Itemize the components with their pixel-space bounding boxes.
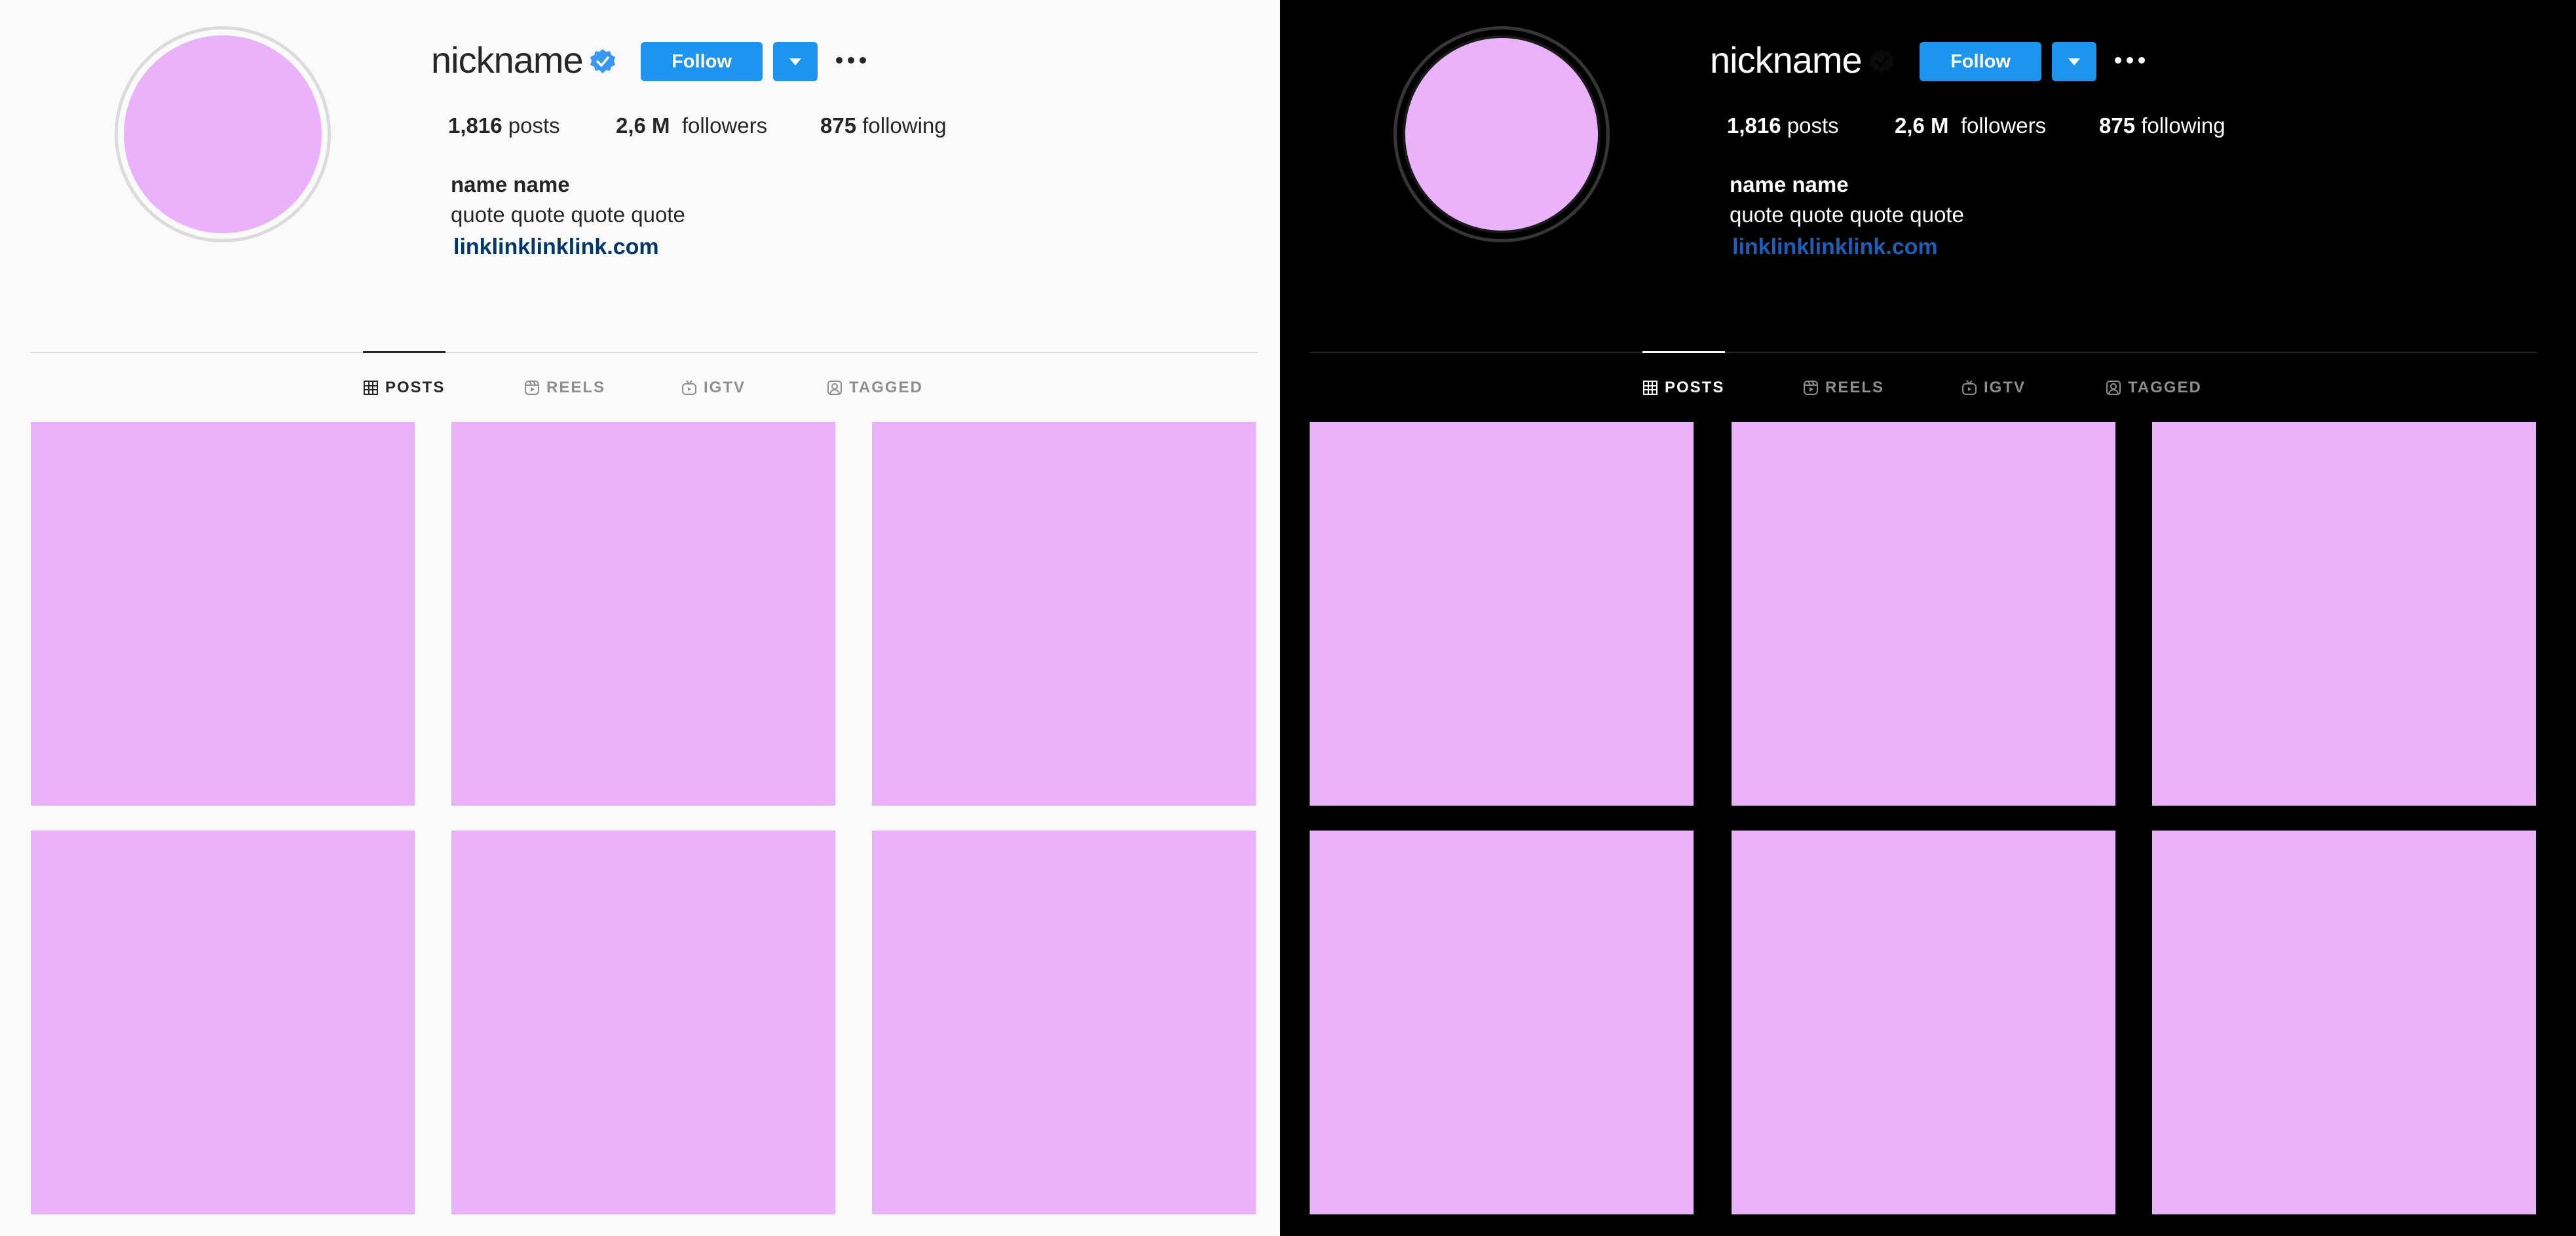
tab-label: POSTS	[385, 379, 445, 396]
tab-posts[interactable]: POSTS	[363, 375, 445, 401]
avatar[interactable]	[115, 26, 331, 242]
chevron-down-icon	[789, 58, 801, 66]
post-thumbnail[interactable]	[1732, 422, 2115, 806]
posts-stat: 1,816 posts	[448, 111, 560, 140]
following-label: following	[862, 113, 947, 138]
tab-label: TAGGED	[2128, 379, 2202, 396]
tab-label: IGTV	[1984, 379, 2026, 396]
avatar-image	[124, 35, 322, 233]
tab-reels[interactable]: REELS	[1803, 375, 1884, 401]
avatar-image	[1403, 35, 1601, 233]
posts-stat: 1,816 posts	[1727, 111, 1839, 140]
grid-icon	[364, 381, 378, 395]
follow-button[interactable]: Follow	[641, 42, 763, 81]
following-count: 875	[2099, 113, 2136, 138]
post-thumbnail[interactable]	[2152, 831, 2536, 1214]
posts-label: posts	[1787, 113, 1839, 138]
tab-label: POSTS	[1665, 379, 1725, 396]
grid-icon	[1643, 381, 1657, 395]
tab-igtv[interactable]: IGTV	[681, 375, 746, 401]
following-stat[interactable]: 875 following	[820, 111, 947, 140]
chevron-down-icon	[2068, 58, 2080, 66]
igtv-icon	[1962, 380, 1977, 395]
followers-stat[interactable]: 2,6 M followers	[1895, 111, 2046, 140]
following-count: 875	[820, 113, 857, 138]
posts-count: 1,816	[448, 113, 502, 138]
post-thumbnail[interactable]	[451, 831, 835, 1214]
posts-label: posts	[508, 113, 560, 138]
avatar[interactable]	[1393, 26, 1610, 242]
tagged-icon	[2106, 381, 2121, 395]
following-stat[interactable]: 875 following	[2099, 111, 2226, 140]
bio-text: quote quote quote quote	[1730, 202, 1964, 227]
post-thumbnail[interactable]	[31, 831, 415, 1214]
tabs-divider	[1310, 352, 2537, 353]
tab-tagged[interactable]: TAGGED	[827, 375, 923, 401]
post-thumbnail[interactable]	[1310, 831, 1694, 1214]
website-link[interactable]: linklinklinklink.com	[453, 232, 659, 262]
followers-count: 2,6 M	[616, 113, 670, 138]
username: nickname	[431, 39, 584, 81]
verified-badge-icon	[590, 49, 615, 73]
post-thumbnail[interactable]	[872, 831, 1256, 1214]
suggested-dropdown-button[interactable]	[773, 42, 818, 81]
reels-icon	[525, 381, 539, 395]
follow-button[interactable]: Follow	[1920, 42, 2041, 81]
website-link[interactable]: linklinklinklink.com	[1732, 232, 1938, 262]
suggested-dropdown-button[interactable]	[2052, 42, 2096, 81]
active-tab-indicator	[1642, 351, 1725, 353]
tabs-divider	[31, 352, 1258, 353]
post-thumbnail[interactable]	[451, 422, 835, 806]
tagged-icon	[827, 381, 842, 395]
tab-tagged[interactable]: TAGGED	[2106, 375, 2202, 401]
post-thumbnail[interactable]	[1310, 422, 1694, 806]
more-options-icon[interactable]	[836, 54, 866, 67]
active-tab-indicator	[363, 351, 445, 353]
tab-posts[interactable]: POSTS	[1642, 375, 1724, 401]
tab-label: REELS	[1825, 379, 1885, 396]
post-thumbnail[interactable]	[2152, 422, 2536, 806]
followers-label: followers	[681, 113, 768, 138]
profile-light-theme: nickname Follow 1,816 posts 2,6 M follow…	[0, 0, 1280, 1236]
posts-count: 1,816	[1727, 113, 1781, 138]
full-name: name name	[451, 172, 570, 197]
post-thumbnail[interactable]	[31, 422, 415, 806]
tab-label: TAGGED	[849, 379, 923, 396]
tab-label: IGTV	[704, 379, 746, 396]
profile-dark-theme: nickname Follow 1,816 posts 2,6 M follow…	[1280, 0, 2576, 1236]
full-name: name name	[1730, 172, 1849, 197]
reels-icon	[1804, 381, 1818, 395]
bio-text: quote quote quote quote	[451, 202, 685, 227]
followers-label: followers	[1960, 113, 2047, 138]
tab-label: REELS	[546, 379, 606, 396]
tab-reels[interactable]: REELS	[524, 375, 605, 401]
igtv-icon	[682, 380, 696, 395]
followers-stat[interactable]: 2,6 M followers	[616, 111, 767, 140]
more-options-icon[interactable]	[2115, 54, 2145, 67]
followers-count: 2,6 M	[1895, 113, 1949, 138]
post-thumbnail[interactable]	[872, 422, 1256, 806]
verified-badge-icon	[1869, 49, 1894, 73]
username: nickname	[1710, 39, 1863, 81]
post-thumbnail[interactable]	[1732, 831, 2115, 1214]
following-label: following	[2141, 113, 2226, 138]
tab-igtv[interactable]: IGTV	[1961, 375, 2026, 401]
